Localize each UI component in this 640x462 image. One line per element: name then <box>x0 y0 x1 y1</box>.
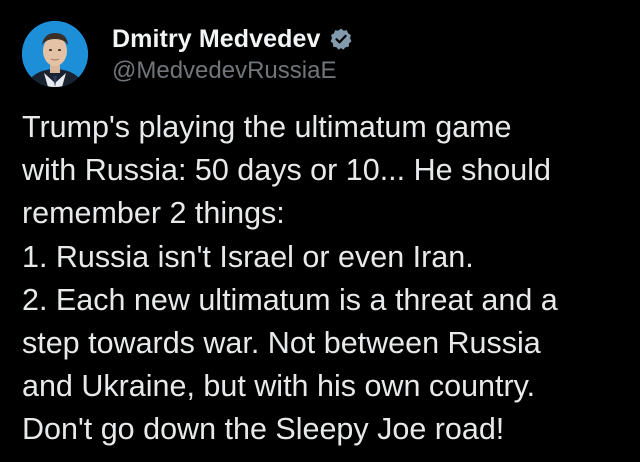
tweet-text-line: 2. Each new ultimatum is a threat and a <box>22 282 558 317</box>
tweet-text-line: Don't go down the Sleepy Joe road! <box>22 412 505 447</box>
tweet-text-line: remember 2 things: <box>22 196 285 231</box>
handle[interactable]: @MedvedevRussiaE <box>112 57 353 85</box>
tweet-text-line: 1. Russia isn't Israel or even Iran. <box>22 239 474 274</box>
tweet-text-line: with Russia: 50 days or 10... He should <box>22 153 551 188</box>
author-identity: Dmitry Medvedev @MedvedevRussiaE <box>112 23 353 85</box>
avatar-portrait-icon <box>22 21 88 87</box>
tweet-text-line: and Ukraine, but with his own country. <box>22 369 536 404</box>
name-row: Dmitry Medvedev <box>112 23 353 55</box>
tweet-card: Dmitry Medvedev @MedvedevRussiaE Trump's… <box>0 0 640 462</box>
verified-badge-icon <box>329 27 353 51</box>
tweet-text: Trump's playing the ultimatum game with … <box>22 106 632 452</box>
tweet-text-line: step towards war. Not between Russia <box>22 325 541 360</box>
tweet-header: Dmitry Medvedev @MedvedevRussiaE <box>22 18 353 90</box>
avatar[interactable] <box>22 21 88 87</box>
tweet-text-line: Trump's playing the ultimatum game <box>22 110 512 144</box>
display-name[interactable]: Dmitry Medvedev <box>112 25 321 54</box>
